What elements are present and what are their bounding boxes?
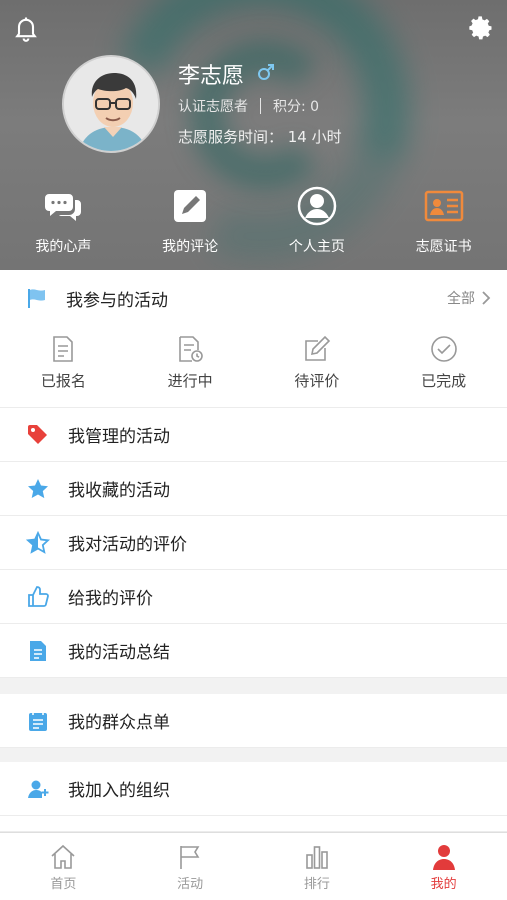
quick-action-label: 志愿证书	[415, 239, 472, 255]
user-name: 李志愿	[178, 64, 245, 89]
star-icon	[28, 478, 48, 498]
status-completed[interactable]: 已完成	[380, 326, 507, 407]
quick-action-my-comments[interactable]: 我的评论	[127, 186, 254, 256]
profile-header: 李志愿 认证志愿者 积分: 0 志愿服务时间： 14 小时 我的心声 我的评论	[0, 0, 507, 270]
calendar-icon	[29, 710, 47, 731]
status-label: 进行中	[167, 372, 213, 390]
certificate-icon	[424, 190, 463, 222]
bar-chart-icon	[306, 846, 328, 869]
status-in-progress[interactable]: 进行中	[127, 326, 254, 407]
user-meta: 认证志愿者 积分: 0	[178, 96, 319, 116]
quick-action-my-voice[interactable]: 我的心声	[0, 186, 127, 256]
quick-action-label: 个人主页	[288, 239, 345, 255]
document-icon	[30, 640, 46, 661]
menu-label: 我管理的活动	[68, 427, 170, 447]
menu-item-partial	[0, 816, 507, 832]
view-all-link[interactable]: 全部	[447, 288, 475, 308]
profile-icon	[297, 186, 337, 226]
chevron-right-icon	[482, 291, 491, 305]
tab-ranking[interactable]: 排行	[254, 833, 381, 900]
menu-label: 我加入的组织	[68, 781, 170, 801]
bottom-tab-bar: 首页 活动 排行 我的	[0, 832, 507, 900]
tab-label: 首页	[50, 877, 77, 892]
edit-icon	[174, 190, 207, 222]
flag-icon	[180, 846, 200, 869]
star-half-icon	[26, 530, 50, 554]
menu-item-joined-organizations[interactable]: 我加入的组织	[0, 762, 507, 816]
status-to-review[interactable]: 待评价	[254, 326, 381, 407]
tab-home[interactable]: 首页	[0, 833, 127, 900]
quick-action-profile[interactable]: 个人主页	[254, 186, 381, 256]
thumbs-up-icon	[28, 585, 49, 607]
home-icon	[51, 844, 75, 869]
tab-label: 我的	[430, 877, 457, 892]
points-label: 积分: 0	[273, 99, 320, 115]
status-label: 待评价	[294, 372, 340, 390]
status-label: 已完成	[421, 372, 467, 390]
flag-icon	[28, 289, 45, 308]
in-progress-icon	[179, 336, 203, 362]
status-label: 已报名	[40, 372, 86, 390]
certification-label: 认证志愿者	[178, 99, 248, 115]
to-review-icon	[305, 335, 331, 361]
service-hours: 志愿服务时间： 14 小时	[178, 128, 342, 146]
tab-label: 排行	[303, 877, 330, 892]
menu-label: 我的群众点单	[68, 713, 170, 733]
male-icon	[258, 64, 274, 80]
participation-statuses: 已报名 进行中 待评价 已完成	[0, 326, 507, 408]
menu-item-public-orders[interactable]: 我的群众点单	[0, 694, 507, 748]
menu-label: 给我的评价	[68, 589, 153, 609]
tab-label: 活动	[177, 877, 204, 892]
chat-bubbles-icon	[45, 194, 82, 221]
quick-action-certificate[interactable]: 志愿证书	[380, 186, 507, 256]
add-user-icon	[28, 780, 49, 798]
menu-item-my-activity-reviews[interactable]: 我对活动的评价	[0, 516, 507, 570]
quick-action-label: 我的心声	[35, 239, 92, 255]
status-registered[interactable]: 已报名	[0, 326, 127, 407]
quick-actions: 我的心声 我的评论 个人主页 志愿证书	[0, 186, 507, 256]
menu-item-favorite-activities[interactable]: 我收藏的活动	[0, 462, 507, 516]
avatar[interactable]	[62, 55, 160, 153]
bell-icon[interactable]	[12, 14, 40, 42]
tab-activities[interactable]: 活动	[127, 833, 254, 900]
menu-item-reviews-for-me[interactable]: 给我的评价	[0, 570, 507, 624]
menu-label: 我收藏的活动	[68, 481, 170, 501]
tab-mine[interactable]: 我的	[380, 833, 507, 900]
person-icon	[432, 845, 455, 870]
participation-header[interactable]: 我参与的活动 全部	[0, 270, 507, 326]
quick-action-label: 我的评论	[162, 239, 219, 255]
participation-card: 我参与的活动 全部 已报名 进行中 待评价 已完成	[0, 270, 507, 408]
menu-label: 我的活动总结	[68, 643, 170, 663]
menu-item-activity-summary[interactable]: 我的活动总结	[0, 624, 507, 678]
completed-icon	[430, 336, 457, 362]
divider	[260, 98, 261, 114]
gear-icon[interactable]	[467, 14, 495, 42]
menu-label: 我对活动的评价	[68, 535, 187, 555]
participation-title: 我参与的活动	[66, 290, 168, 311]
menu-item-managed-activities[interactable]: 我管理的活动	[0, 408, 507, 462]
registered-icon	[53, 336, 74, 362]
tag-icon	[28, 424, 47, 444]
